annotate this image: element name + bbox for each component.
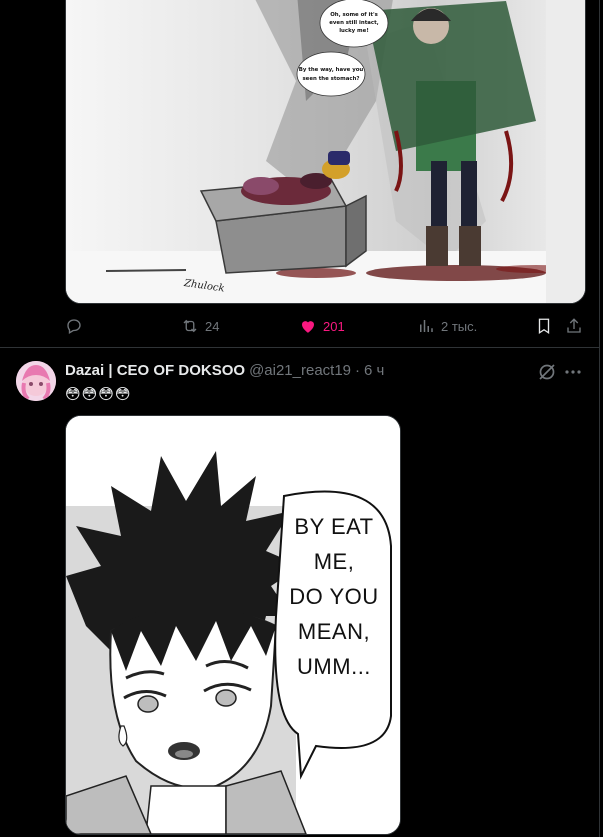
views-button[interactable]: 2 тыс. <box>417 317 477 335</box>
illustration-art: Oh, some of it's even still intact, luck… <box>66 0 585 303</box>
views-count: 2 тыс. <box>441 318 478 334</box>
share-icon <box>567 318 581 333</box>
avatar[interactable] <box>16 361 56 401</box>
retweet-icon <box>183 319 197 333</box>
like-button[interactable]: 201 <box>299 317 345 335</box>
tweet-text: 😳😳😳😳 <box>65 385 132 403</box>
bubble-2-line-2: seen the stomach? <box>302 76 359 82</box>
speech-line-3: DO YOU <box>289 584 378 609</box>
timeline: Oh, some of it's even still intact, luck… <box>0 0 600 837</box>
like-count: 201 <box>323 318 345 334</box>
speech-line-4: MEAN, <box>298 619 370 644</box>
bubble-1-line-1: Oh, some of it's <box>330 12 378 18</box>
bookmark-button[interactable] <box>535 317 553 335</box>
speech-line-1: BY EAT <box>294 514 373 539</box>
retweet-button[interactable]: 24 <box>181 317 219 335</box>
grok-button[interactable] <box>537 362 557 382</box>
tweet-image-illustration[interactable]: Oh, some of it's even still intact, luck… <box>65 0 586 304</box>
more-options-button[interactable] <box>562 362 584 382</box>
views-icon <box>420 320 433 332</box>
more-icon <box>565 370 581 374</box>
bubble-2-line-1: By the way, have you <box>299 67 364 73</box>
speech-line-2: ME, <box>314 549 355 574</box>
tweet-header: Dazai | CEO OF DOKSOO @ai21_react19 · 6 … <box>65 362 535 382</box>
bubble-1-line-3: lucky me! <box>339 28 369 34</box>
tweet[interactable]: Dazai | CEO OF DOKSOO @ai21_react19 · 6 … <box>0 348 600 837</box>
tweet-previous[interactable]: Oh, some of it's even still intact, luck… <box>0 0 600 348</box>
display-name[interactable]: Dazai | CEO OF DOKSOO <box>65 362 245 379</box>
avatar-image <box>16 361 56 401</box>
share-button[interactable] <box>565 317 583 335</box>
tweet-actions: 24 201 2 тыс. <box>65 314 585 338</box>
user-handle[interactable]: @ai21_react19 <box>249 362 351 379</box>
speech-line-5: UMM... <box>297 654 371 679</box>
separator-dot: · <box>355 362 361 379</box>
tweet-image-manga[interactable]: BY EAT ME, DO YOU MEAN, UMM... <box>65 415 401 835</box>
reply-button[interactable] <box>65 317 83 335</box>
bookmark-icon <box>538 318 550 335</box>
heart-icon <box>302 321 314 333</box>
grok-icon <box>539 364 555 380</box>
retweet-count: 24 <box>205 318 220 334</box>
manga-panel-art: BY EAT ME, DO YOU MEAN, UMM... <box>66 416 400 834</box>
reply-icon <box>67 319 81 334</box>
timestamp[interactable]: 6 ч <box>364 362 384 379</box>
bubble-1-line-2: even still intact, <box>329 20 378 26</box>
